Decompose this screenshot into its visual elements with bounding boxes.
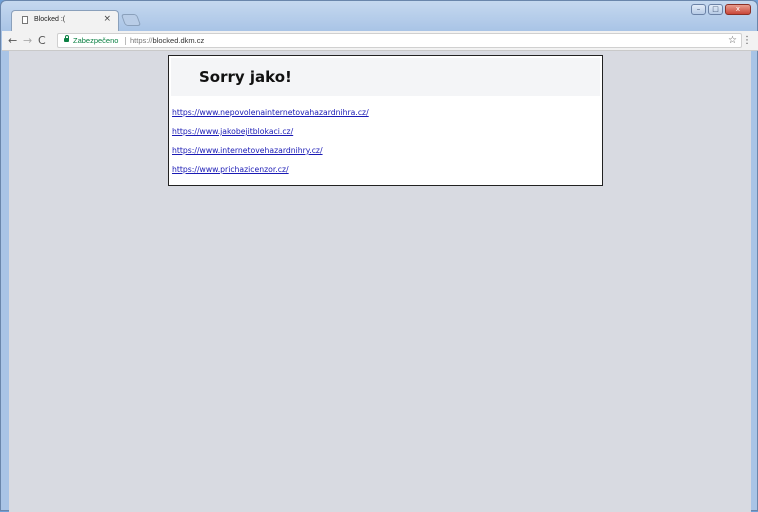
minimize-button[interactable]: – [691,4,706,15]
list-item: https://www.prichazicenzor.cz/ [172,157,369,176]
browser-window: Blocked :( × – □ x ← → C Zabezpečeno htt… [0,0,758,512]
reload-button[interactable]: C [38,34,46,48]
divider [125,37,126,45]
tab-blocked[interactable]: Blocked :( × [11,10,119,31]
back-button[interactable]: ← [8,34,17,48]
list-item: https://www.jakobejitblokaci.cz/ [172,119,369,138]
page-viewport: Sorry jako! https://www.nepovolenaintern… [9,51,751,512]
browser-toolbar: ← → C Zabezpečeno https://blocked.dkm.cz… [2,31,758,51]
link-list: https://www.nepovolenainternetovahazardn… [172,100,369,176]
lock-icon [64,35,69,42]
list-item: https://www.nepovolenainternetovahazardn… [172,100,369,119]
menu-icon[interactable]: ⋮ [742,34,752,47]
tab-close-button[interactable]: × [103,14,111,24]
link-2[interactable]: https://www.jakobejitblokaci.cz/ [172,127,293,136]
close-window-button[interactable]: x [725,4,751,15]
page-title: Sorry jako! [199,68,292,86]
link-3[interactable]: https://www.internetovehazardnihry.cz/ [172,146,323,155]
page-icon [22,16,28,24]
card-header: Sorry jako! [171,58,600,96]
address-bar[interactable]: Zabezpečeno https://blocked.dkm.cz ☆ [57,33,742,48]
maximize-button[interactable]: □ [708,4,723,15]
list-item: https://www.internetovehazardnihry.cz/ [172,138,369,157]
blocked-card: Sorry jako! https://www.nepovolenaintern… [168,55,603,186]
new-tab-button[interactable] [120,14,142,26]
title-bar: Blocked :( × – □ x [1,1,757,31]
link-1[interactable]: https://www.nepovolenainternetovahazardn… [172,108,369,117]
tab-title: Blocked :( [34,16,66,23]
url-host: blocked.dkm.cz [152,36,205,45]
window-controls: – □ x [691,4,751,15]
bookmark-star-icon[interactable]: ☆ [728,34,737,47]
link-4[interactable]: https://www.prichazicenzor.cz/ [172,165,289,174]
url-scheme: https:// [130,36,153,45]
url-text: https://blocked.dkm.cz [130,34,204,47]
forward-button[interactable]: → [23,34,32,48]
secure-label: Zabezpečeno [73,36,119,45]
